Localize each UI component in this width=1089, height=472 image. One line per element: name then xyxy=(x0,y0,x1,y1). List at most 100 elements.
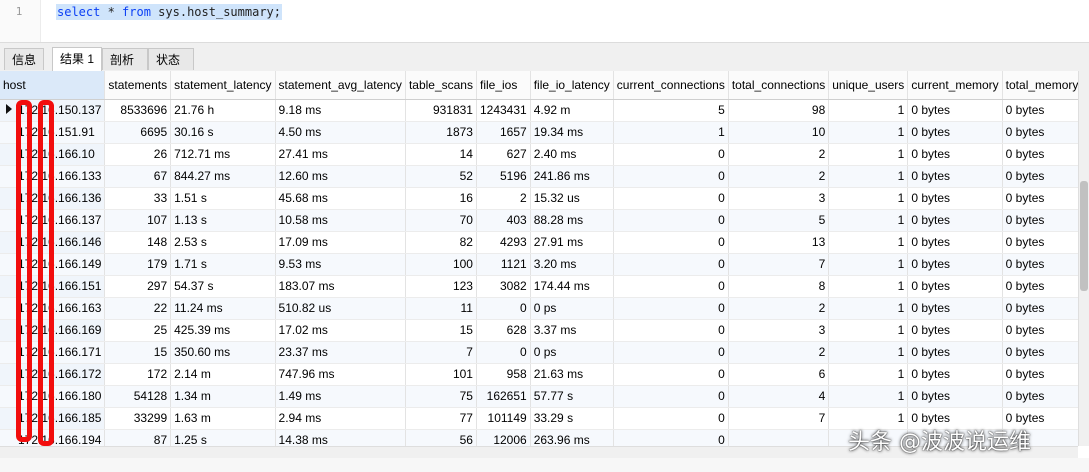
cell-statement-latency[interactable]: 1.71 s xyxy=(170,253,276,276)
cell-total-connections[interactable]: 7 xyxy=(728,253,830,276)
cell-statement-latency[interactable]: 11.24 ms xyxy=(170,297,276,320)
cell-current-connections[interactable]: 0 xyxy=(613,341,729,364)
cell-total-connections[interactable]: 2 xyxy=(728,143,830,166)
cell-unique-users[interactable]: 1 xyxy=(828,385,909,408)
cell-statement-avg-latency[interactable]: 27.41 ms xyxy=(275,143,406,166)
cell-file-ios[interactable]: 958 xyxy=(476,363,531,386)
tab-status[interactable]: 状态 xyxy=(148,48,194,70)
cell-table-scans[interactable]: 14 xyxy=(405,143,477,166)
cell-total-memory[interactable]: 0 bytes xyxy=(1002,99,1078,122)
cell-unique-users[interactable]: 1 xyxy=(828,121,909,144)
cell-file-io-latency[interactable]: 88.28 ms xyxy=(530,209,614,232)
cell-file-ios[interactable]: 101149 xyxy=(476,407,531,430)
cell-table-scans[interactable]: 75 xyxy=(405,385,477,408)
cell-total-connections[interactable]: 6 xyxy=(728,363,830,386)
cell-statements[interactable]: 6695 xyxy=(104,121,172,144)
tab-profile[interactable]: 剖析 xyxy=(102,48,148,70)
column-header-file-io-latency[interactable]: file_io_latency xyxy=(530,71,614,100)
cell-file-io-latency[interactable]: 174.44 ms xyxy=(530,275,614,298)
cell-total-memory[interactable]: 0 bytes xyxy=(1002,363,1078,386)
cell-current-connections[interactable]: 5 xyxy=(613,99,729,122)
cell-total-connections[interactable]: 13 xyxy=(728,231,830,254)
cell-unique-users[interactable]: 1 xyxy=(828,297,909,320)
cell-statements[interactable]: 148 xyxy=(104,231,172,254)
cell-statement-avg-latency[interactable]: 510.82 us xyxy=(275,297,406,320)
sql-editor[interactable]: 1 select * from sys.host_summary; xyxy=(0,0,1089,42)
cell-statement-latency[interactable]: 2.53 s xyxy=(170,231,276,254)
cell-current-connections[interactable]: 0 xyxy=(613,187,729,210)
cell-file-ios[interactable]: 1121 xyxy=(476,253,531,276)
cell-file-ios[interactable]: 627 xyxy=(476,143,531,166)
cell-total-memory[interactable]: 0 bytes xyxy=(1002,231,1078,254)
cell-total-connections[interactable]: 5 xyxy=(728,209,830,232)
table-row[interactable]: 172.16.166.180 54128 1.34 m 1.49 ms 75 162651… xyxy=(0,385,1078,408)
column-header-unique-users[interactable]: unique_users xyxy=(828,71,909,100)
cell-total-connections[interactable]: 2 xyxy=(728,297,830,320)
cell-unique-users[interactable]: 1 xyxy=(828,187,909,210)
cell-statement-avg-latency[interactable]: 9.18 ms xyxy=(275,99,406,122)
scroll-thumb[interactable] xyxy=(1080,181,1088,291)
table-row[interactable]: 172.16.166.146 148 2.53 s 17.09 ms 82 4293 27.… xyxy=(0,231,1078,254)
cell-total-memory[interactable]: 0 bytes xyxy=(1002,143,1078,166)
cell-file-ios[interactable]: 403 xyxy=(476,209,531,232)
cell-current-memory[interactable]: 0 bytes xyxy=(907,165,1003,188)
cell-file-ios[interactable]: 2 xyxy=(476,187,531,210)
cell-statement-avg-latency[interactable]: 17.02 ms xyxy=(275,319,406,342)
table-row[interactable]: 172.16.150.137 8533696 21.76 h 9.18 ms 93183… xyxy=(0,99,1078,122)
cell-total-memory[interactable]: 0 bytes xyxy=(1002,385,1078,408)
tab-info[interactable]: 信息 xyxy=(4,48,44,70)
cell-current-memory[interactable]: 0 bytes xyxy=(907,121,1003,144)
cell-unique-users[interactable]: 1 xyxy=(828,99,909,122)
cell-statement-avg-latency[interactable]: 4.50 ms xyxy=(275,121,406,144)
cell-current-memory[interactable]: 0 bytes xyxy=(907,341,1003,364)
cell-current-memory[interactable]: 0 bytes xyxy=(907,231,1003,254)
cell-current-memory[interactable]: 0 bytes xyxy=(907,275,1003,298)
cell-statements[interactable]: 54128 xyxy=(104,385,172,408)
cell-statement-latency[interactable]: 1.51 s xyxy=(170,187,276,210)
cell-total-memory[interactable]: 0 bytes xyxy=(1002,187,1078,210)
cell-statements[interactable]: 87 xyxy=(104,429,172,446)
cell-table-scans[interactable]: 123 xyxy=(405,275,477,298)
table-row[interactable]: 172.16.166.149 179 1.71 s 9.53 ms 100 1121 3.2… xyxy=(0,253,1078,276)
cell-file-io-latency[interactable]: 241.86 ms xyxy=(530,165,614,188)
cell-current-memory[interactable]: 0 bytes xyxy=(907,209,1003,232)
cell-file-io-latency[interactable]: 27.91 ms xyxy=(530,231,614,254)
cell-table-scans[interactable]: 101 xyxy=(405,363,477,386)
table-row[interactable]: 172.16.166.151 297 54.37 s 183.07 ms 123 3082… xyxy=(0,275,1078,298)
cell-statement-latency[interactable]: 1.25 s xyxy=(170,429,276,446)
cell-statements[interactable]: 107 xyxy=(104,209,172,232)
column-header-statement-avg-latency[interactable]: statement_avg_latency xyxy=(275,71,406,100)
cell-unique-users[interactable]: 1 xyxy=(828,253,909,276)
cell-total-connections[interactable]: 3 xyxy=(728,187,830,210)
cell-table-scans[interactable]: 7 xyxy=(405,341,477,364)
cell-total-connections[interactable]: 7 xyxy=(728,407,830,430)
column-header-total-connections[interactable]: total_connections xyxy=(728,71,830,100)
cell-statement-avg-latency[interactable]: 10.58 ms xyxy=(275,209,406,232)
cell-current-memory[interactable]: 0 bytes xyxy=(907,385,1003,408)
cell-statement-latency[interactable]: 1.63 m xyxy=(170,407,276,430)
cell-total-connections[interactable]: 3 xyxy=(728,319,830,342)
column-header-statement-latency[interactable]: statement_latency xyxy=(170,71,276,100)
cell-current-memory[interactable]: 0 bytes xyxy=(907,363,1003,386)
table-row[interactable]: 172.16.166.136 33 1.51 s 45.68 ms 16 2 15.32 u… xyxy=(0,187,1078,210)
tab-result-1[interactable]: 结果 1 xyxy=(52,47,102,71)
table-row[interactable]: 172.16.166.163 22 11.24 ms 510.82 us 11 0 0 ps… xyxy=(0,297,1078,320)
cell-statements[interactable]: 33299 xyxy=(104,407,172,430)
cell-total-memory[interactable]: 0 bytes xyxy=(1002,209,1078,232)
column-header-host[interactable]: host xyxy=(0,71,106,100)
cell-current-connections[interactable]: 0 xyxy=(613,407,729,430)
cell-file-io-latency[interactable]: 2.40 ms xyxy=(530,143,614,166)
cell-total-connections[interactable]: 2 xyxy=(728,341,830,364)
cell-unique-users[interactable]: 1 xyxy=(828,231,909,254)
cell-file-io-latency[interactable]: 263.96 ms xyxy=(530,429,614,446)
column-header-current-memory[interactable]: current_memory xyxy=(907,71,1003,100)
cell-statements[interactable]: 15 xyxy=(104,341,172,364)
cell-current-memory[interactable]: 0 bytes xyxy=(907,187,1003,210)
cell-current-connections[interactable]: 0 xyxy=(613,165,729,188)
cell-current-connections[interactable]: 0 xyxy=(613,275,729,298)
cell-total-memory[interactable]: 0 bytes xyxy=(1002,297,1078,320)
cell-statements[interactable]: 25 xyxy=(104,319,172,342)
cell-table-scans[interactable]: 931831 xyxy=(405,99,477,122)
cell-table-scans[interactable]: 70 xyxy=(405,209,477,232)
cell-current-memory[interactable]: 0 bytes xyxy=(907,319,1003,342)
